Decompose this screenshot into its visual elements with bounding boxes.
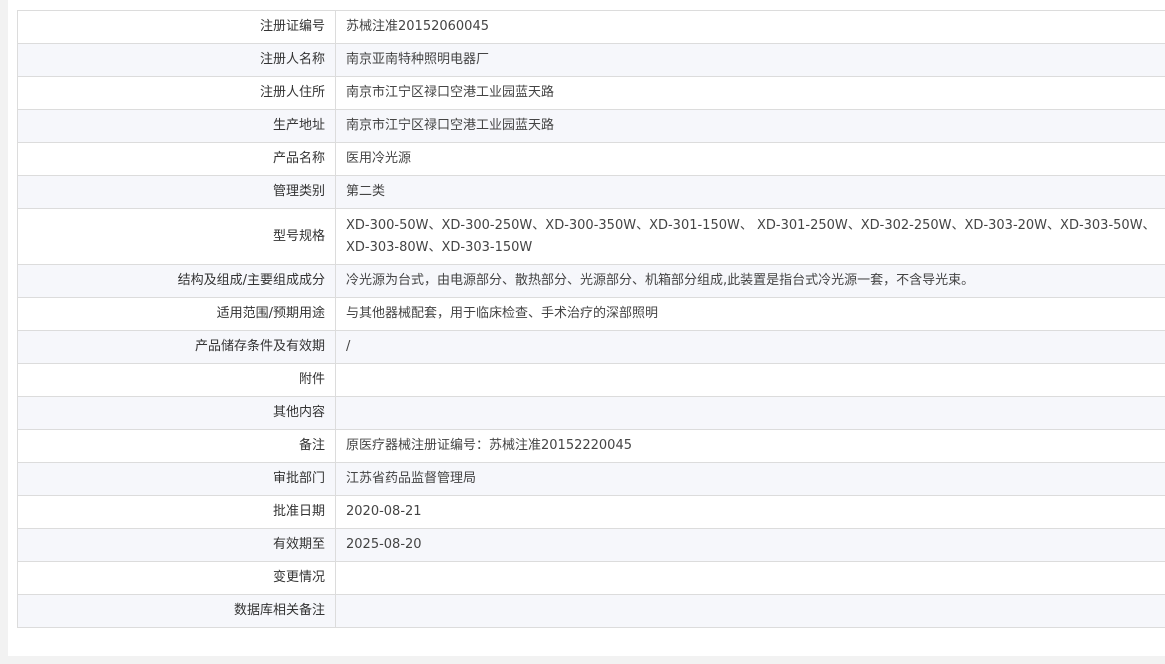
table-row: 产品名称 医用冷光源 bbox=[17, 142, 1165, 176]
row-value: 江苏省药品监督管理局 bbox=[335, 462, 1165, 496]
row-label: 数据库相关备注 bbox=[17, 594, 336, 628]
row-label: 产品名称 bbox=[17, 142, 336, 176]
row-label: 其他内容 bbox=[17, 396, 336, 430]
row-label: 审批部门 bbox=[17, 462, 336, 496]
row-value bbox=[335, 594, 1165, 628]
table-row: 附件 bbox=[17, 363, 1165, 397]
table-row: 有效期至 2025-08-20 bbox=[17, 528, 1165, 562]
row-label: 变更情况 bbox=[17, 561, 336, 595]
row-label: 管理类别 bbox=[17, 175, 336, 209]
table-row: 结构及组成/主要组成成分 冷光源为台式，由电源部分、散热部分、光源部分、机箱部分… bbox=[17, 264, 1165, 298]
row-value: 与其他器械配套，用于临床检查、手术治疗的深部照明 bbox=[335, 297, 1165, 331]
row-label: 备注 bbox=[17, 429, 336, 463]
table-row: 备注 原医疗器械注册证编号：苏械注准20152220045 bbox=[17, 429, 1165, 463]
detail-panel: 注册证编号 苏械注准20152060045 注册人名称 南京亚南特种照明电器厂 … bbox=[8, 0, 1165, 656]
table-row: 其他内容 bbox=[17, 396, 1165, 430]
row-value: 医用冷光源 bbox=[335, 142, 1165, 176]
row-value: XD-300-50W、XD-300-250W、XD-300-350W、XD-30… bbox=[335, 208, 1165, 265]
row-value: 原医疗器械注册证编号：苏械注准20152220045 bbox=[335, 429, 1165, 463]
row-value: 2025-08-20 bbox=[335, 528, 1165, 562]
row-label: 适用范围/预期用途 bbox=[17, 297, 336, 331]
row-value bbox=[335, 561, 1165, 595]
row-label: 注册人名称 bbox=[17, 43, 336, 77]
table-row: 数据库相关备注 bbox=[17, 594, 1165, 628]
row-value: 2020-08-21 bbox=[335, 495, 1165, 529]
row-value: 南京亚南特种照明电器厂 bbox=[335, 43, 1165, 77]
table-row: 适用范围/预期用途 与其他器械配套，用于临床检查、手术治疗的深部照明 bbox=[17, 297, 1165, 331]
row-value: 冷光源为台式，由电源部分、散热部分、光源部分、机箱部分组成,此装置是指台式冷光源… bbox=[335, 264, 1165, 298]
row-label: 有效期至 bbox=[17, 528, 336, 562]
row-label: 附件 bbox=[17, 363, 336, 397]
row-label: 生产地址 bbox=[17, 109, 336, 143]
row-label: 产品储存条件及有效期 bbox=[17, 330, 336, 364]
table-row: 注册人名称 南京亚南特种照明电器厂 bbox=[17, 43, 1165, 77]
table-row: 型号规格 XD-300-50W、XD-300-250W、XD-300-350W、… bbox=[17, 208, 1165, 265]
table-row: 产品储存条件及有效期 / bbox=[17, 330, 1165, 364]
table-row: 注册人住所 南京市江宁区禄口空港工业园蓝天路 bbox=[17, 76, 1165, 110]
row-label: 型号规格 bbox=[17, 208, 336, 265]
row-value: 苏械注准20152060045 bbox=[335, 10, 1165, 44]
row-value: / bbox=[335, 330, 1165, 364]
row-label: 批准日期 bbox=[17, 495, 336, 529]
table-row: 变更情况 bbox=[17, 561, 1165, 595]
row-label: 结构及组成/主要组成成分 bbox=[17, 264, 336, 298]
page-bottom-edge bbox=[8, 656, 1165, 664]
row-value: 南京市江宁区禄口空港工业园蓝天路 bbox=[335, 109, 1165, 143]
row-value: 第二类 bbox=[335, 175, 1165, 209]
table-row: 注册证编号 苏械注准20152060045 bbox=[17, 10, 1165, 44]
row-value: 南京市江宁区禄口空港工业园蓝天路 bbox=[335, 76, 1165, 110]
row-value bbox=[335, 396, 1165, 430]
table-row: 审批部门 江苏省药品监督管理局 bbox=[17, 462, 1165, 496]
table-row: 批准日期 2020-08-21 bbox=[17, 495, 1165, 529]
registration-detail-table: 注册证编号 苏械注准20152060045 注册人名称 南京亚南特种照明电器厂 … bbox=[17, 10, 1165, 628]
row-value bbox=[335, 363, 1165, 397]
row-label: 注册证编号 bbox=[17, 10, 336, 44]
table-row: 管理类别 第二类 bbox=[17, 175, 1165, 209]
row-label: 注册人住所 bbox=[17, 76, 336, 110]
table-row: 生产地址 南京市江宁区禄口空港工业园蓝天路 bbox=[17, 109, 1165, 143]
